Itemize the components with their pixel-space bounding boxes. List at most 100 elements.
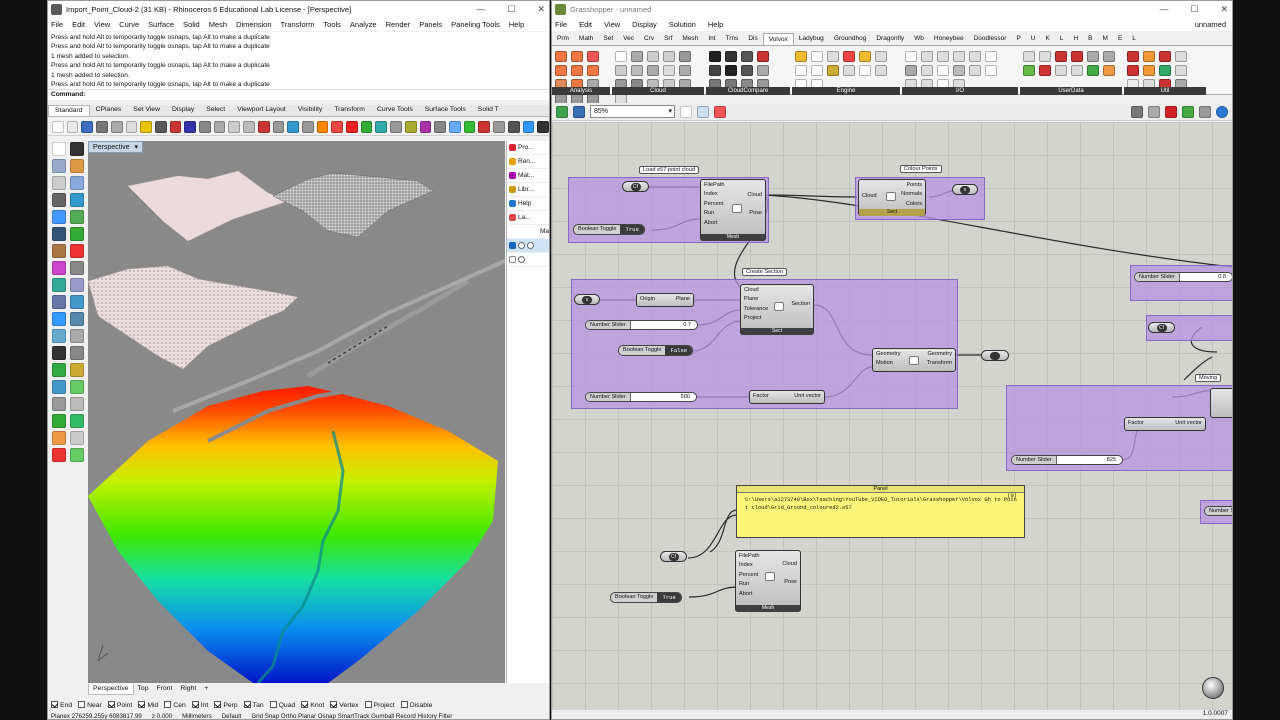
input-project[interactable]: Project: [744, 314, 768, 323]
tab-set-view[interactable]: Set View: [127, 105, 166, 116]
group-label-colour-points[interactable]: Colour Points: [900, 165, 942, 173]
toolbar-button-icon[interactable]: [125, 120, 138, 133]
ribbon-group-label[interactable]: I/O: [902, 87, 1018, 95]
toolbar-button-icon[interactable]: [96, 120, 108, 133]
toolbar-button-icon[interactable]: [390, 120, 402, 133]
group-label-create-section[interactable]: Create Section: [742, 268, 788, 276]
gh-tab-b[interactable]: B: [1083, 33, 1097, 45]
input-run[interactable]: Run: [739, 580, 760, 589]
gh-tab-ladybug[interactable]: Ladybug: [794, 33, 829, 45]
component-icon[interactable]: [985, 65, 997, 76]
osnap-disable[interactable]: Disable: [400, 701, 432, 709]
osnap-perp[interactable]: Perp: [214, 701, 238, 709]
component-icon[interactable]: [663, 65, 675, 76]
gh-tab-u[interactable]: U: [1026, 33, 1041, 45]
left-tool-icon[interactable]: [70, 244, 84, 258]
component-icon[interactable]: [1087, 51, 1099, 62]
output-section[interactable]: Section: [791, 300, 810, 309]
component-icon[interactable]: [679, 65, 691, 76]
gh-tab-int[interactable]: Int: [703, 33, 720, 45]
osnap-checkbox[interactable]: [400, 701, 408, 708]
input-cloud[interactable]: Cloud: [744, 286, 768, 295]
osnap-checkbox[interactable]: [269, 701, 277, 708]
gh-tab-m[interactable]: M: [1098, 33, 1113, 45]
left-tool-icon[interactable]: [52, 261, 66, 275]
output-geometry[interactable]: Geometry: [927, 350, 952, 359]
unit-vector-component[interactable]: Factor Unit vector: [749, 390, 825, 404]
component-icon[interactable]: [795, 51, 807, 62]
component-icon[interactable]: [555, 51, 567, 62]
component-icon[interactable]: [757, 51, 769, 62]
input-filepath[interactable]: FilePath: [739, 552, 760, 561]
toolbar-button-icon[interactable]: [522, 120, 535, 133]
tab-solid-tools[interactable]: Solid T: [472, 105, 505, 116]
component-icon[interactable]: [937, 51, 949, 62]
left-tool-icon[interactable]: [52, 363, 66, 377]
menu-render[interactable]: Render: [386, 20, 411, 29]
point-cloud-top-light[interactable]: [127, 170, 289, 242]
output-points[interactable]: Points: [901, 181, 922, 190]
point-cloud-mesh[interactable]: [88, 265, 299, 370]
plane-param[interactable]: x: [574, 294, 600, 305]
panel-rendering[interactable]: Ren...: [507, 155, 549, 169]
left-tool-icon[interactable]: [70, 414, 84, 428]
output-pose[interactable]: Pose: [747, 209, 762, 218]
osnap-checkbox[interactable]: [191, 701, 199, 708]
component-icon[interactable]: [555, 65, 567, 76]
gh-tab-volvox[interactable]: Volvox: [762, 33, 794, 45]
tab-cplanes[interactable]: CPlanes: [90, 105, 128, 116]
component-icon[interactable]: [875, 51, 887, 62]
component-icon[interactable]: [921, 51, 933, 62]
plane-component[interactable]: Origin Plane: [636, 293, 694, 307]
command-prompt[interactable]: Command:: [48, 89, 549, 100]
toolbar-button-icon[interactable]: [154, 120, 167, 133]
toolbar-button-icon[interactable]: [287, 120, 299, 133]
menu-transform[interactable]: Transform: [281, 20, 315, 29]
number-slider-moving[interactable]: Number Slider 825: [1011, 455, 1123, 465]
bake-icon[interactable]: [1182, 105, 1194, 118]
file-path-param-2[interactable]: Cf: [660, 551, 687, 562]
toolbar-button-icon[interactable]: [463, 120, 476, 133]
point-cloud-top-grey[interactable]: [272, 172, 434, 238]
left-tool-icon[interactable]: [70, 363, 84, 377]
menu-paneling-tools[interactable]: Paneling Tools: [451, 20, 500, 29]
panel-text[interactable]: C:\Users\a1273740\Box\Teaching\YouTube_V…: [737, 493, 1024, 512]
ribbon-group-label[interactable]: Analysis: [552, 87, 610, 95]
menu-analyze[interactable]: Analyze: [350, 20, 377, 29]
component-icon[interactable]: [1127, 51, 1139, 62]
output-plane[interactable]: Plane: [676, 296, 690, 302]
component-icon[interactable]: [587, 51, 599, 62]
component-icon[interactable]: [1071, 51, 1083, 62]
toolbar-button-icon[interactable]: [493, 120, 505, 133]
gh-menu-edit[interactable]: Edit: [579, 20, 592, 29]
gh-menu-view[interactable]: View: [604, 20, 620, 29]
current-layer[interactable]: Default: [222, 713, 242, 719]
gh-tab-l[interactable]: L: [1055, 33, 1069, 45]
gh-tab-math[interactable]: Math: [574, 33, 598, 45]
slider-value[interactable]: 0.7: [631, 321, 697, 329]
osnap-point[interactable]: Point: [107, 701, 132, 709]
left-tool-icon[interactable]: [52, 346, 66, 360]
left-tool-icon[interactable]: [52, 278, 66, 292]
toolbar-button-icon[interactable]: [228, 120, 241, 133]
component-icon[interactable]: [859, 65, 871, 76]
slider-value[interactable]: 825: [1057, 456, 1122, 464]
component-icon[interactable]: [741, 65, 753, 76]
boolean-toggle-run[interactable]: Boolean Toggle True: [573, 224, 645, 235]
toolbar-button-icon[interactable]: [213, 120, 226, 133]
osnap-checkbox[interactable]: [138, 701, 146, 708]
toolbar-button-icon[interactable]: [537, 120, 549, 133]
input-cloud[interactable]: Cloud: [862, 192, 877, 201]
document-icon[interactable]: [1199, 105, 1211, 118]
unit-vector-component-right[interactable]: Factor Unit vector: [1124, 417, 1206, 431]
left-tool-icon[interactable]: [52, 329, 66, 343]
left-tool-icon[interactable]: [70, 312, 84, 326]
boolean-toggle-run-2[interactable]: Boolean Toggle True: [610, 592, 682, 603]
close-icon[interactable]: ✕: [537, 4, 545, 15]
gh-menu-display[interactable]: Display: [632, 20, 657, 29]
component-icon[interactable]: [905, 51, 917, 62]
input-motion[interactable]: Motion: [876, 359, 901, 368]
component-icon[interactable]: [725, 65, 737, 76]
slider-value[interactable]: 500: [631, 393, 696, 401]
component-icon[interactable]: [1143, 51, 1155, 62]
